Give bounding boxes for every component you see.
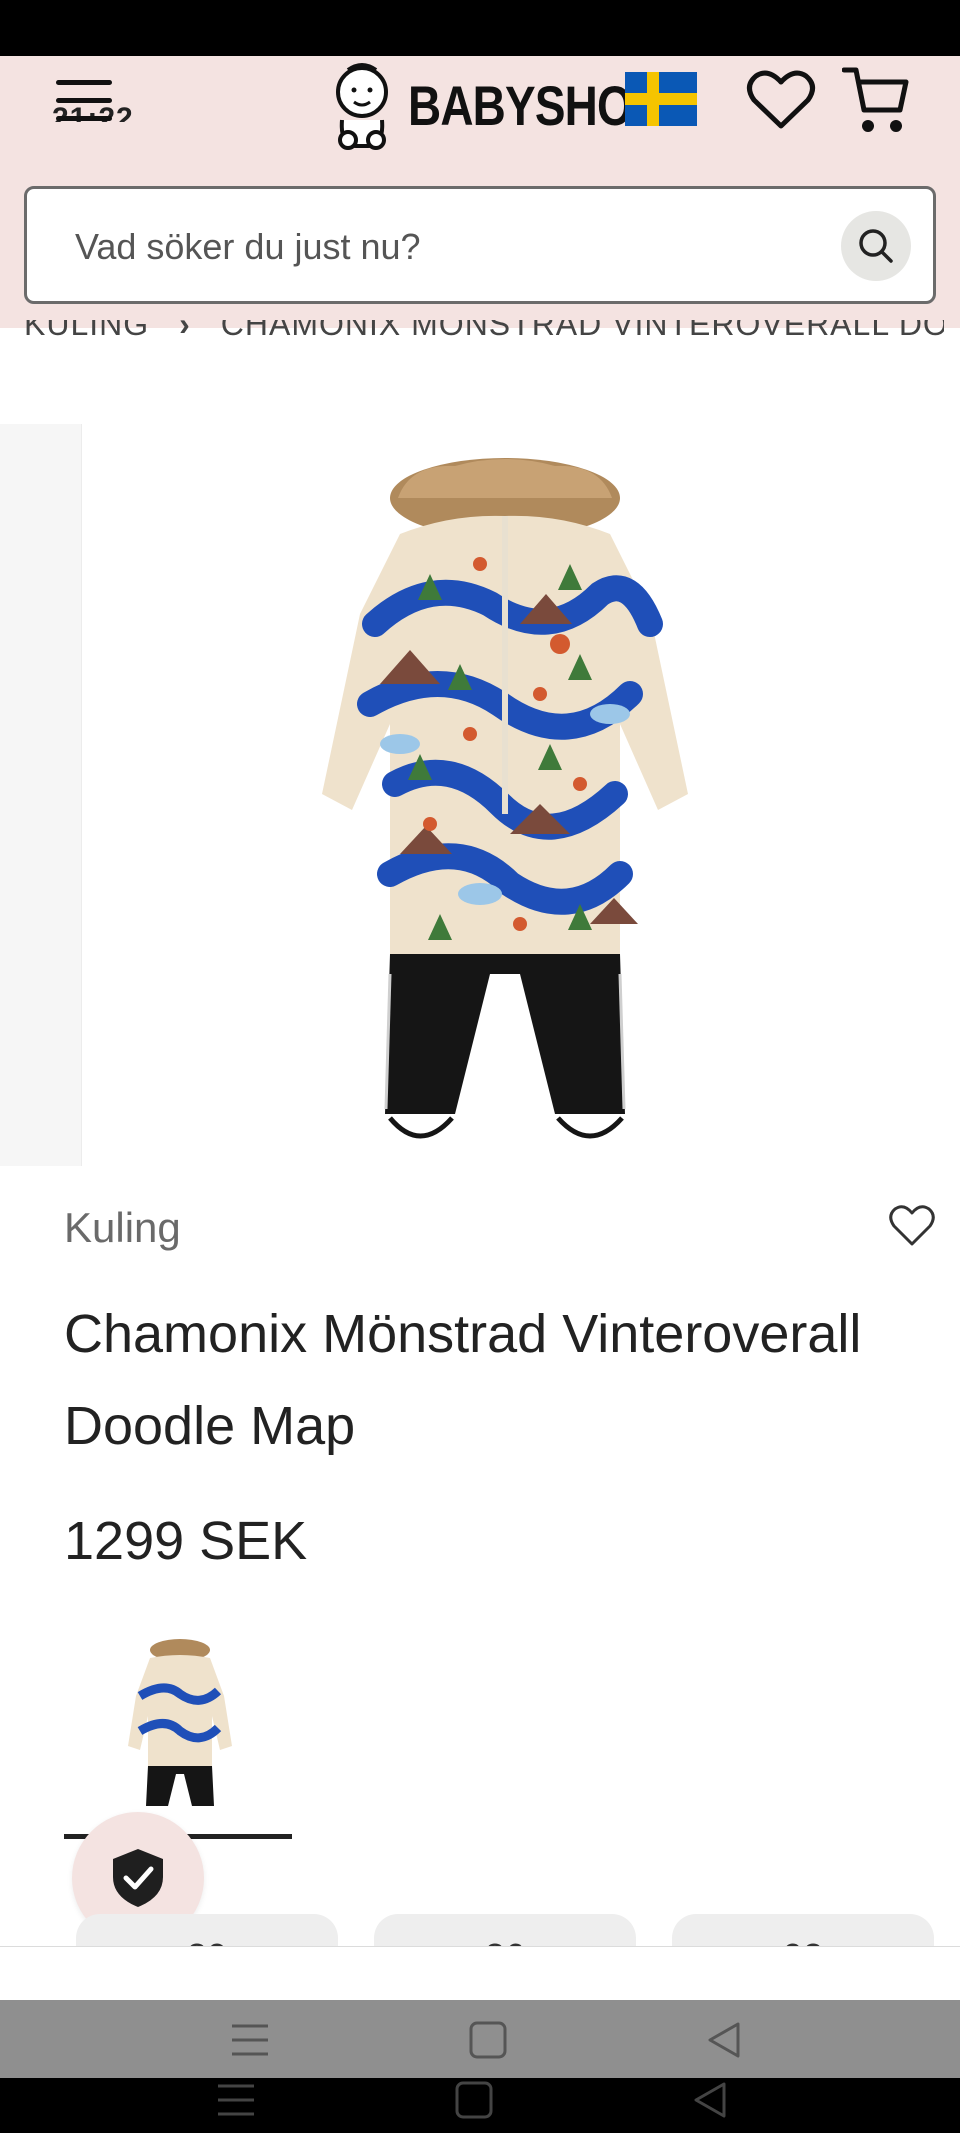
- menu-icon[interactable]: [56, 80, 112, 122]
- bottom-bar: [0, 1946, 960, 2000]
- logo-text: BABYSHOP: [408, 73, 663, 137]
- system-navigation-bar: [0, 2000, 960, 2078]
- home-icon[interactable]: [468, 2020, 508, 2060]
- heart-icon[interactable]: [746, 68, 816, 132]
- chevron-right-icon: ›: [179, 320, 191, 342]
- product-thumbnail[interactable]: [120, 1636, 240, 1812]
- product-image[interactable]: [280, 454, 730, 1160]
- back-icon: [694, 2082, 726, 2118]
- recent-apps-icon: [218, 2084, 254, 2116]
- search-button[interactable]: [841, 211, 911, 281]
- product-title: Chamonix Mönstrad Vinteroverall Doodle M…: [64, 1304, 862, 1456]
- recent-apps-icon[interactable]: [230, 2022, 270, 2058]
- product-price: 1299 SEK: [64, 1511, 308, 1571]
- status-bar: [0, 0, 960, 56]
- gallery-previous-image[interactable]: [0, 424, 82, 1166]
- swedish-flag-icon[interactable]: [625, 72, 697, 126]
- home-icon: [455, 2081, 493, 2119]
- heart-icon[interactable]: [888, 1204, 936, 1248]
- back-icon[interactable]: [704, 2020, 744, 2060]
- product-brand[interactable]: Kuling: [64, 1204, 181, 1252]
- breadcrumb: KULING › CHAMONIX MÖNSTRAD VINTEROVERALL…: [24, 320, 944, 354]
- cart-icon[interactable]: [842, 64, 910, 136]
- breadcrumb-item-product: CHAMONIX MÖNSTRAD VINTEROVERALL DO: [220, 320, 944, 342]
- shield-check-icon: [113, 1849, 163, 1907]
- search-icon: [859, 229, 893, 263]
- baby-logo-icon: [336, 63, 388, 150]
- system-navigation-bar-shadow: [0, 2078, 960, 2133]
- search-input[interactable]: [75, 217, 835, 277]
- breadcrumb-item-brand[interactable]: KULING: [24, 320, 149, 343]
- search-bar[interactable]: [24, 186, 936, 304]
